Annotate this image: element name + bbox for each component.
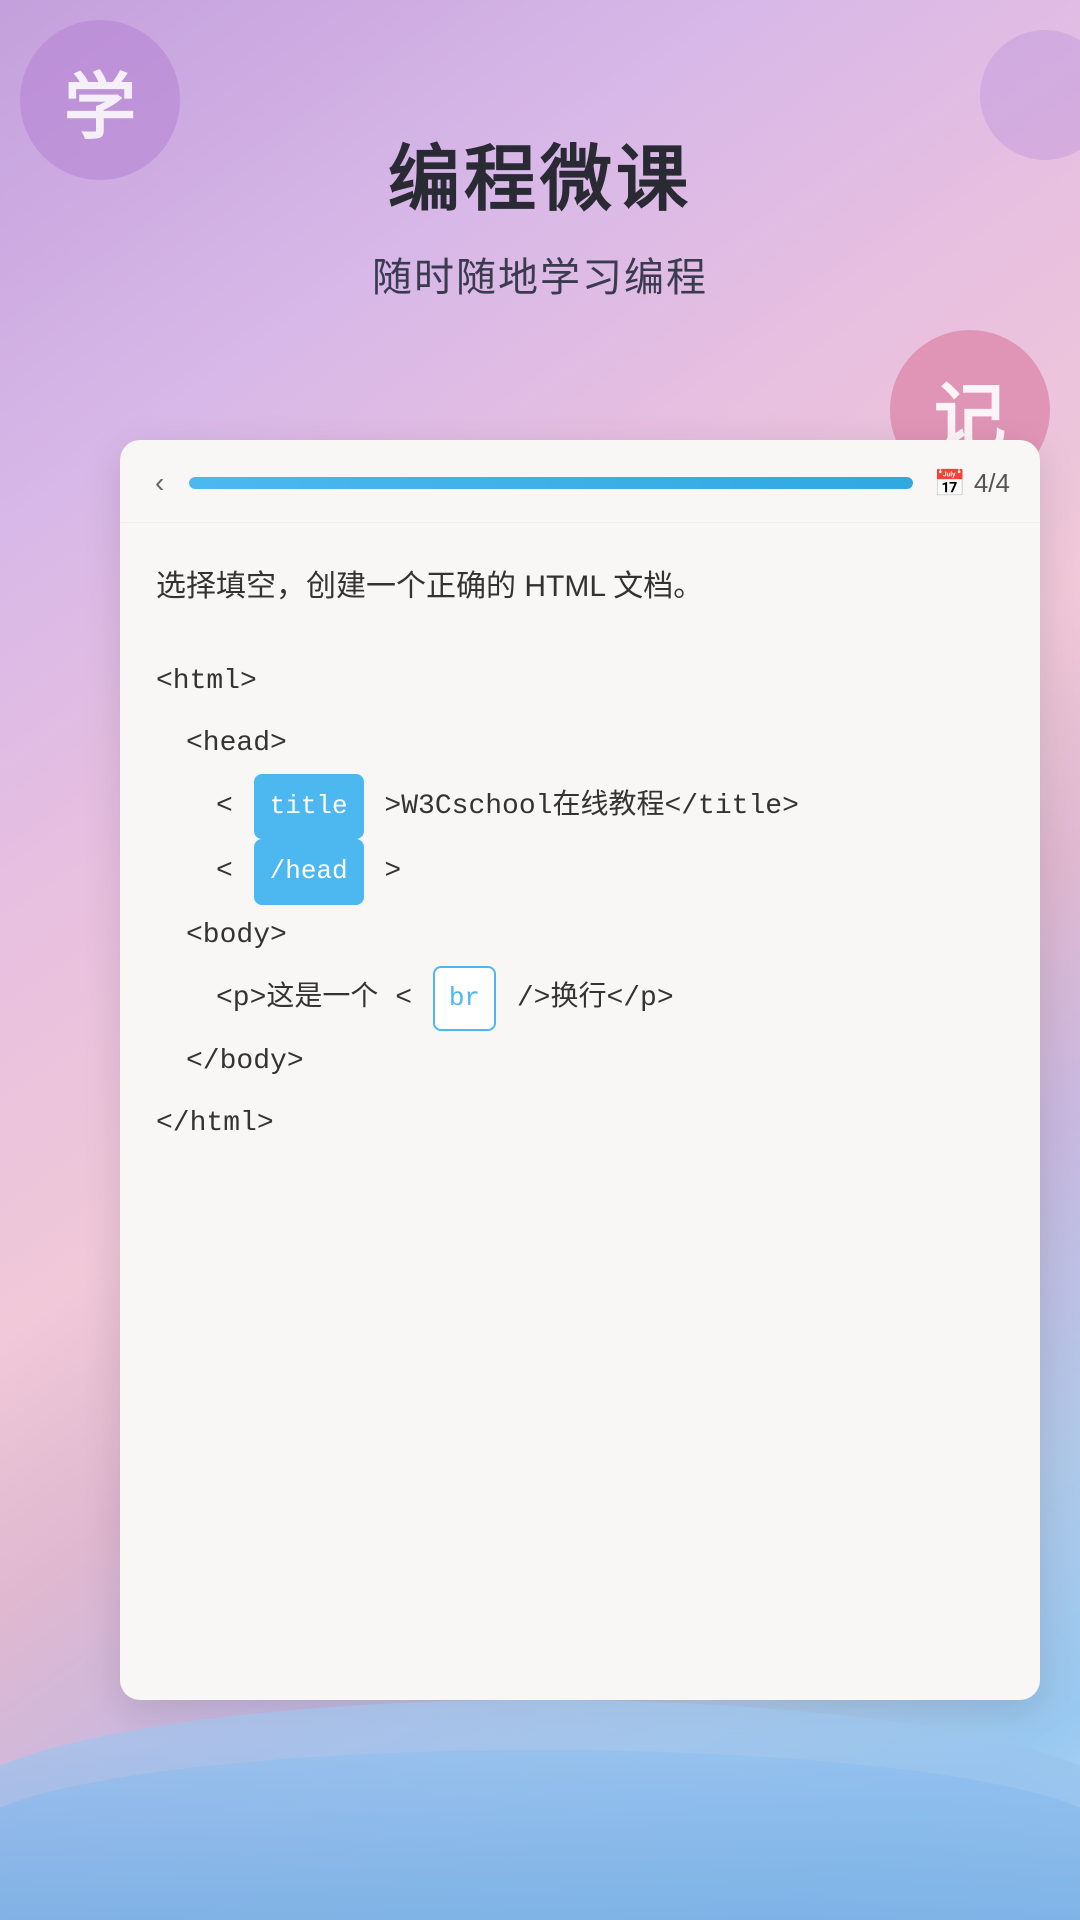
code-block: <html> <head> < title >W3Cschool在线教程</ti… xyxy=(156,651,1004,1155)
bottom-wave xyxy=(0,1670,1080,1920)
progress-bar-container xyxy=(189,477,913,489)
code-p-open: <p>这是一个 < xyxy=(216,968,429,1030)
back-button[interactable]: ‹ xyxy=(150,462,169,504)
card-header: ‹ 📅 4/4 xyxy=(120,440,1040,523)
code-body-close: </body> xyxy=(186,1031,304,1093)
lesson-card: ‹ 📅 4/4 选择填空，创建一个正确的 HTML 文档。 <html> <he… xyxy=(120,440,1040,1700)
code-head-open: <head> xyxy=(186,713,287,775)
page-counter-text: 4/4 xyxy=(974,468,1010,499)
fill-blank-head-close[interactable]: /head xyxy=(254,839,364,904)
fill-blank-br[interactable]: br xyxy=(433,966,496,1031)
calendar-icon: 📅 xyxy=(933,468,965,499)
sub-title: 随时随地学习编程 xyxy=(0,245,1080,303)
fill-blank-title[interactable]: title xyxy=(254,774,364,839)
card-body: 选择填空，创建一个正确的 HTML 文档。 <html> <head> < ti… xyxy=(120,523,1040,1195)
progress-bar-fill xyxy=(189,477,913,489)
code-html-close: </html> xyxy=(156,1093,274,1155)
page-counter: 📅 4/4 xyxy=(933,468,1010,499)
wave-shape-2 xyxy=(0,1750,1080,1920)
code-line-1: <html> xyxy=(156,651,1004,713)
code-line-8: </html> xyxy=(156,1093,1004,1155)
code-br-suffix: />换行</p> xyxy=(500,968,674,1030)
code-html-open: <html> xyxy=(156,651,257,713)
code-lt-1: < xyxy=(216,776,250,838)
code-line-2: <head> xyxy=(156,713,1004,775)
code-gt-title: >W3Cschool在线教程</title> xyxy=(368,776,799,838)
header-section: 编程微课 随时随地学习编程 xyxy=(0,120,1080,303)
main-title: 编程微课 xyxy=(0,120,1080,225)
code-body-open: <body> xyxy=(186,905,287,967)
code-line-7: </body> xyxy=(156,1031,1004,1093)
code-line-4: < /head > xyxy=(156,839,1004,904)
code-lt-2: < xyxy=(216,841,250,903)
code-line-5: <body> xyxy=(156,905,1004,967)
code-line-6: <p>这是一个 < br />换行</p> xyxy=(156,966,1004,1031)
instruction-text: 选择填空，创建一个正确的 HTML 文档。 xyxy=(156,563,1004,611)
code-gt-head: > xyxy=(368,841,402,903)
code-line-3: < title >W3Cschool在线教程</title> xyxy=(156,774,1004,839)
